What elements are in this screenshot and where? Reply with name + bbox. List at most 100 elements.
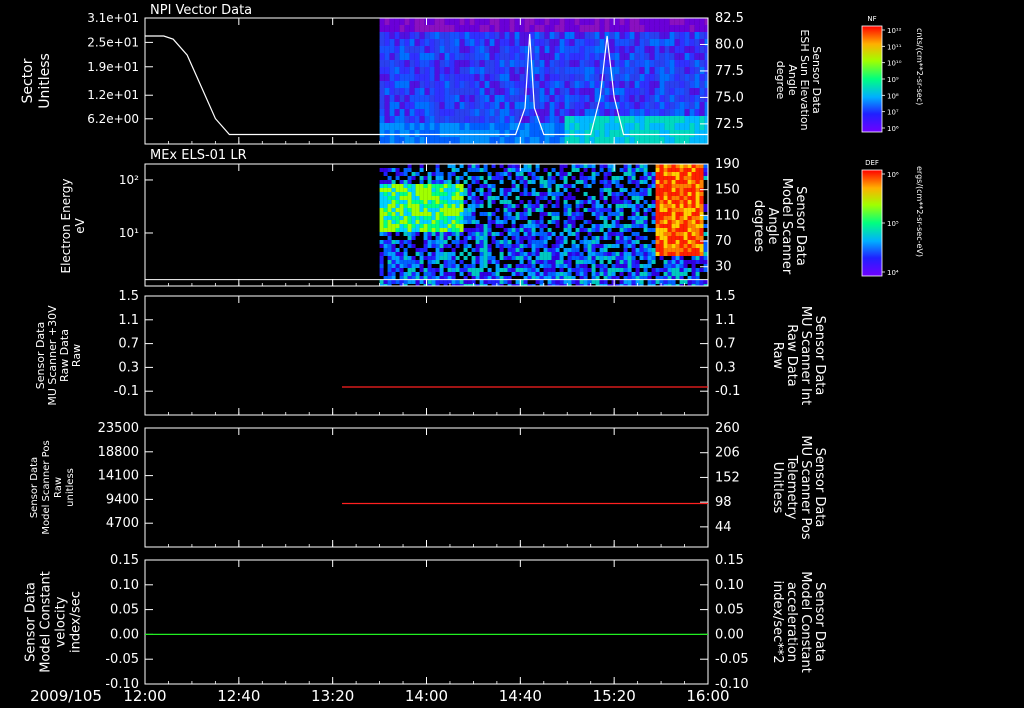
- heatmap-cell: [529, 116, 535, 124]
- heatmap-cell: [391, 188, 396, 192]
- heatmap-cell: [464, 53, 470, 61]
- heatmap-cell: [703, 260, 708, 264]
- heatmap-cell: [589, 32, 595, 40]
- heatmap-cell: [679, 81, 685, 89]
- heatmap-cell: [394, 18, 400, 26]
- heatmap-cell: [624, 32, 630, 40]
- heatmap-cell: [663, 248, 668, 252]
- heatmap-cell: [399, 123, 405, 131]
- heatmap-cell: [649, 137, 655, 144]
- heatmap-cell: [643, 176, 648, 180]
- heatmap-cell: [443, 236, 448, 240]
- heatmap-cell: [655, 200, 660, 204]
- heatmap-cell: [687, 232, 692, 236]
- heatmap-cell: [563, 172, 568, 176]
- heatmap-cell: [515, 216, 520, 220]
- heatmap-cell: [579, 176, 584, 180]
- heatmap-cell: [443, 240, 448, 244]
- heatmap-cell: [387, 188, 392, 192]
- heatmap-cell: [387, 248, 392, 252]
- heatmap-cell: [419, 188, 424, 192]
- heatmap-cell: [395, 240, 400, 244]
- heatmap-cell: [667, 216, 672, 220]
- heatmap-cell: [419, 192, 424, 196]
- heatmap-cell: [599, 212, 604, 216]
- heatmap-cell: [591, 200, 596, 204]
- heatmap-cell: [551, 268, 556, 272]
- heatmap-cell: [609, 123, 615, 131]
- heatmap-cell: [591, 268, 596, 272]
- time-tick-label: 14:40: [499, 687, 542, 705]
- heatmap-cell: [484, 18, 490, 26]
- heatmap-cell: [475, 224, 480, 228]
- heatmap-cell: [479, 109, 485, 117]
- heatmap-cell: [467, 228, 472, 232]
- heatmap-cell: [694, 67, 700, 75]
- heatmap-cell: [435, 208, 440, 212]
- heatmap-cell: [531, 272, 536, 276]
- heatmap-cell: [635, 264, 640, 268]
- right-axis-label: Sensor DataESH Sun ElevationAngledegree: [774, 29, 823, 130]
- heatmap-cell: [387, 200, 392, 204]
- heatmap-cell: [519, 46, 525, 54]
- heatmap-cell: [671, 192, 676, 196]
- heatmap-cell: [627, 236, 632, 240]
- heatmap-cell: [669, 32, 675, 40]
- heatmap-cell: [674, 102, 680, 110]
- heatmap-cell: [395, 220, 400, 224]
- heatmap-cell: [539, 46, 545, 54]
- heatmap-cell: [384, 18, 390, 26]
- heatmap-cell: [644, 67, 650, 75]
- heatmap-cell: [559, 184, 564, 188]
- heatmap-cell: [424, 123, 430, 131]
- heatmap-cell: [427, 208, 432, 212]
- heatmap-cell: [419, 260, 424, 264]
- heatmap-cell: [474, 46, 480, 54]
- heatmap-cell: [679, 252, 684, 256]
- heatmap-cell: [531, 228, 536, 232]
- heatmap-cell: [624, 88, 630, 96]
- heatmap-cell: [687, 212, 692, 216]
- heatmap-cell: [423, 204, 428, 208]
- heatmap-cell: [479, 192, 484, 196]
- heatmap-cell: [414, 109, 420, 117]
- heatmap-cell: [583, 260, 588, 264]
- heatmap-cell: [411, 184, 416, 188]
- heatmap-cell: [379, 280, 384, 284]
- heatmap-cell: [639, 60, 645, 68]
- heatmap-cell: [629, 25, 635, 33]
- heatmap-cell: [379, 244, 384, 248]
- heatmap-cell: [391, 248, 396, 252]
- heatmap-cell: [679, 176, 684, 180]
- heatmap-cell: [395, 248, 400, 252]
- heatmap-cell: [627, 272, 632, 276]
- heatmap-cell: [631, 172, 636, 176]
- heatmap-cell: [679, 130, 685, 138]
- heatmap-cell: [429, 39, 435, 47]
- heatmap-cell: [379, 95, 385, 103]
- heatmap-cell: [629, 46, 635, 54]
- heatmap-cell: [675, 192, 680, 196]
- heatmap-cell: [563, 212, 568, 216]
- heatmap-cell: [671, 232, 676, 236]
- heatmap-cell: [669, 67, 675, 75]
- heatmap-cell: [651, 212, 656, 216]
- heatmap-cell: [529, 53, 535, 61]
- heatmap-cell: [475, 232, 480, 236]
- heatmap-cell: [544, 81, 550, 89]
- heatmap-cell: [644, 116, 650, 124]
- heatmap-cell: [504, 95, 510, 103]
- heatmap-cell: [479, 74, 485, 82]
- heatmap-cell: [391, 208, 396, 212]
- heatmap-cell: [495, 224, 500, 228]
- heatmap-cell: [671, 184, 676, 188]
- heatmap-cell: [689, 137, 695, 144]
- heatmap-cell: [623, 264, 628, 268]
- heatmap-cell: [547, 180, 552, 184]
- heatmap-cell: [603, 184, 608, 188]
- heatmap-cell: [663, 280, 668, 284]
- heatmap-cell: [627, 204, 632, 208]
- heatmap-cell: [595, 212, 600, 216]
- heatmap-cell: [511, 204, 516, 208]
- heatmap-cell: [534, 81, 540, 89]
